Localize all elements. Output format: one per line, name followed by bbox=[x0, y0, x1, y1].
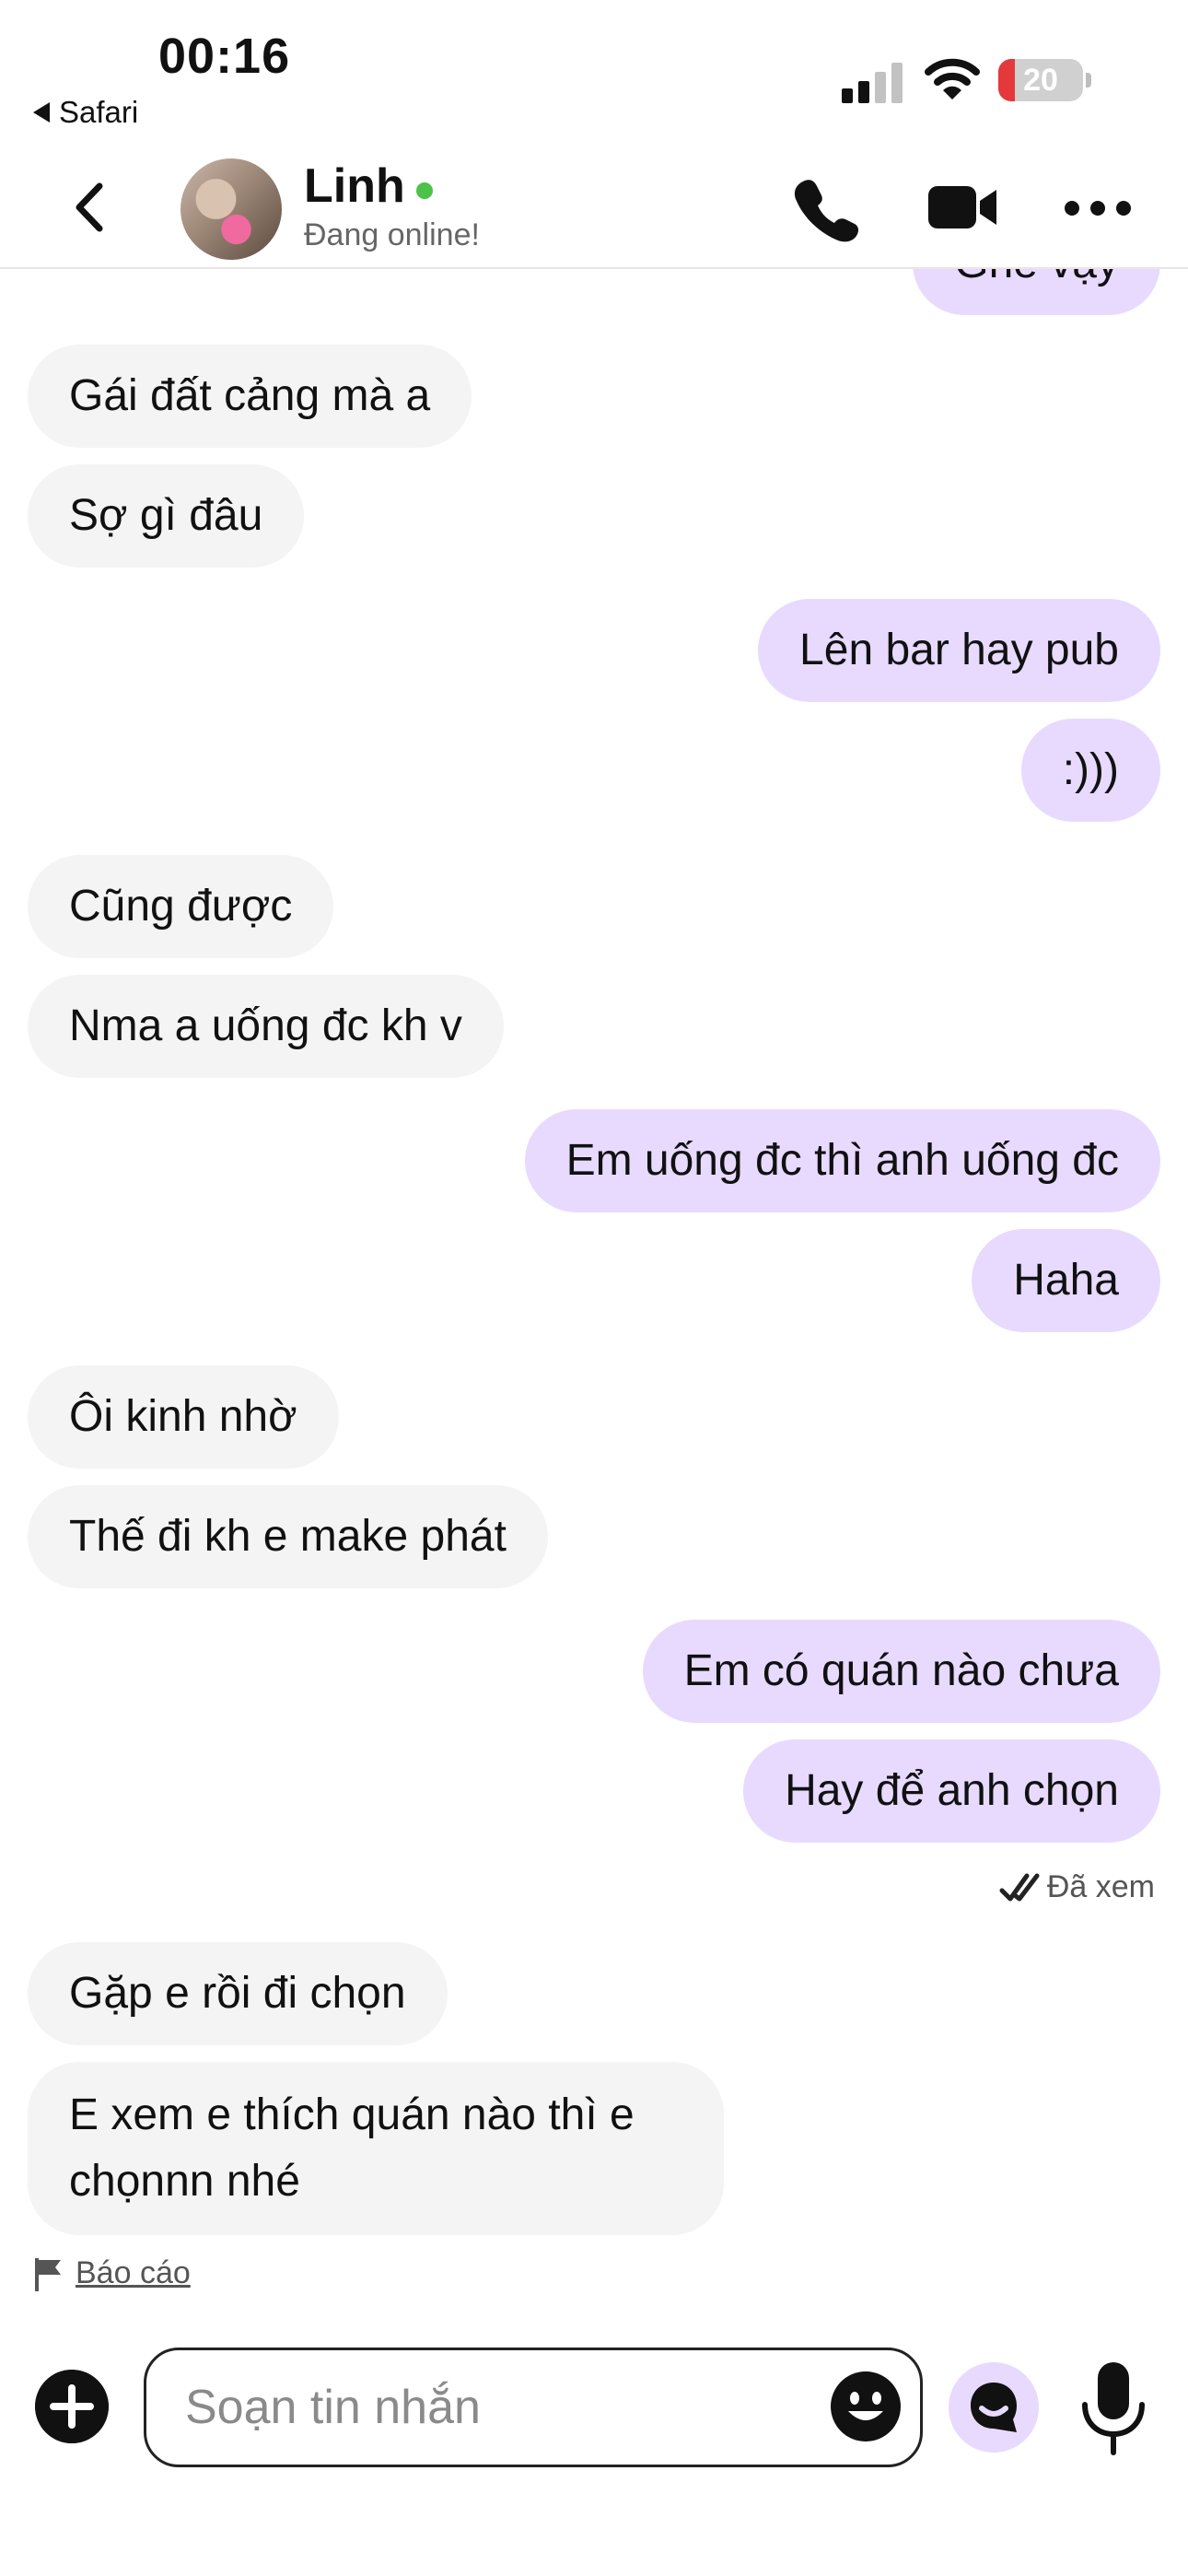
incoming-message[interactable]: Gặp e rồi đi chọn bbox=[28, 1942, 448, 2045]
chat-header: Linh Đang online! bbox=[0, 147, 1188, 269]
read-receipt: Đã xem bbox=[999, 1868, 1155, 1905]
incoming-message[interactable]: Nma a uống đc kh v bbox=[28, 975, 504, 1078]
double-check-icon bbox=[999, 1873, 1040, 1902]
outgoing-message[interactable]: :))) bbox=[1020, 719, 1160, 822]
report-label[interactable]: Báo cáo bbox=[76, 2255, 191, 2291]
contact-name[interactable]: Linh bbox=[304, 158, 405, 214]
incoming-message[interactable]: Cũng được bbox=[28, 855, 334, 958]
report-link[interactable]: Báo cáo bbox=[33, 2255, 191, 2291]
video-camera-icon[interactable] bbox=[926, 175, 1000, 240]
outgoing-message[interactable]: Lên bar hay pub bbox=[758, 599, 1160, 702]
outgoing-message[interactable]: Hay để anh chọn bbox=[743, 1739, 1160, 1843]
online-indicator bbox=[416, 182, 433, 199]
ai-chat-icon[interactable] bbox=[949, 2362, 1039, 2453]
incoming-message[interactable]: Sợ gì đâu bbox=[28, 464, 305, 568]
back-triangle-icon bbox=[33, 102, 50, 123]
avatar[interactable] bbox=[181, 158, 282, 260]
incoming-message[interactable]: Gái đất cảng mà a bbox=[28, 345, 472, 448]
battery-percent: 20 bbox=[1023, 63, 1058, 98]
phone-icon[interactable] bbox=[792, 175, 860, 243]
contact-status: Đang online! bbox=[304, 217, 480, 252]
plus-icon[interactable] bbox=[35, 2370, 109, 2443]
battery-tip bbox=[1086, 73, 1091, 88]
back-to-app[interactable]: Safari bbox=[33, 95, 138, 130]
message-composer[interactable] bbox=[144, 2348, 923, 2467]
battery-indicator: 20 bbox=[998, 59, 1083, 101]
status-time: 00:16 bbox=[158, 29, 291, 84]
more-icon[interactable] bbox=[1063, 175, 1133, 240]
flag-icon bbox=[35, 2257, 61, 2291]
incoming-message[interactable]: Ôi kinh nhờ bbox=[28, 1365, 339, 1469]
read-receipt-label: Đã xem bbox=[1046, 1868, 1155, 1904]
message-input[interactable] bbox=[185, 2350, 775, 2465]
back-app-label: Safari bbox=[59, 95, 139, 129]
back-icon[interactable] bbox=[64, 175, 116, 240]
outgoing-message[interactable]: Em có quán nào chưa bbox=[642, 1620, 1160, 1723]
cellular-signal-icon bbox=[842, 63, 903, 103]
wifi-icon bbox=[925, 58, 980, 100]
outgoing-message[interactable]: Haha bbox=[972, 1229, 1160, 1332]
microphone-icon[interactable] bbox=[1079, 2359, 1147, 2456]
emoji-icon[interactable] bbox=[828, 2369, 903, 2444]
incoming-message[interactable]: Thế đi kh e make phát bbox=[28, 1485, 548, 1588]
incoming-message[interactable]: E xem e thích quán nào thì e chọnnn nhé bbox=[28, 2062, 724, 2235]
outgoing-message[interactable]: Em uống đc thì anh uống đc bbox=[524, 1109, 1160, 1212]
